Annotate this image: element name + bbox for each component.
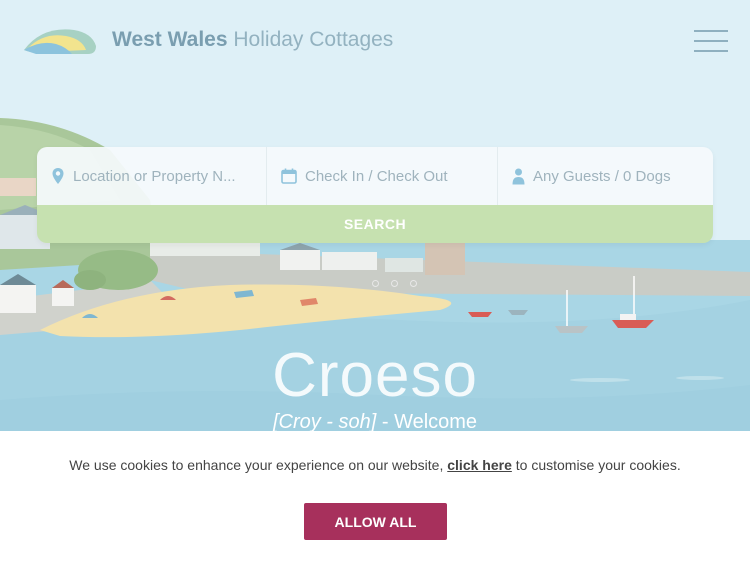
hero-title: Croeso [272, 341, 478, 410]
hamburger-line [694, 30, 728, 32]
site-brand-name[interactable]: West Wales Holiday Cottages [112, 28, 393, 52]
guests-placeholder: Any Guests / 0 Dogs [533, 167, 671, 185]
hero-pronunciation: [Croy - soh] [272, 411, 377, 433]
guests-field[interactable]: Any Guests / 0 Dogs [498, 147, 713, 205]
hamburger-line [694, 40, 728, 42]
location-placeholder: Location or Property N... [73, 167, 236, 185]
carousel-dot[interactable] [372, 280, 379, 287]
calendar-icon [281, 168, 297, 184]
hamburger-line [694, 50, 728, 52]
cookie-message: We use cookies to enhance your experienc… [0, 457, 750, 473]
search-fields: Location or Property N... Check In / Che… [37, 147, 713, 205]
site-header: West Wales Holiday Cottages [0, 0, 750, 80]
allow-all-cookies-button[interactable]: ALLOW ALL [304, 503, 447, 540]
cookie-text-after: to customise your cookies. [511, 457, 681, 473]
brand-bold: West Wales [112, 28, 228, 51]
cookie-banner: We use cookies to enhance your experienc… [0, 431, 750, 563]
map-pin-icon [52, 168, 64, 184]
dates-placeholder: Check In / Check Out [305, 167, 448, 185]
hero-subtitle-text: - Welcome [376, 411, 478, 433]
wave-logo-icon[interactable] [22, 24, 98, 58]
brand-light: Holiday Cottages [233, 28, 394, 51]
person-icon [512, 168, 525, 185]
check-in-out-field[interactable]: Check In / Check Out [267, 147, 498, 205]
carousel-dot[interactable] [410, 280, 417, 287]
search-panel: Location or Property N... Check In / Che… [37, 147, 713, 243]
carousel-dots [372, 280, 417, 287]
cookie-settings-link[interactable]: click here [447, 457, 512, 473]
location-search-field[interactable]: Location or Property N... [37, 147, 267, 205]
hamburger-menu-icon[interactable] [694, 30, 728, 52]
search-button[interactable]: SEARCH [37, 205, 713, 243]
cookie-text-before: We use cookies to enhance your experienc… [69, 457, 448, 473]
carousel-dot[interactable] [391, 280, 398, 287]
